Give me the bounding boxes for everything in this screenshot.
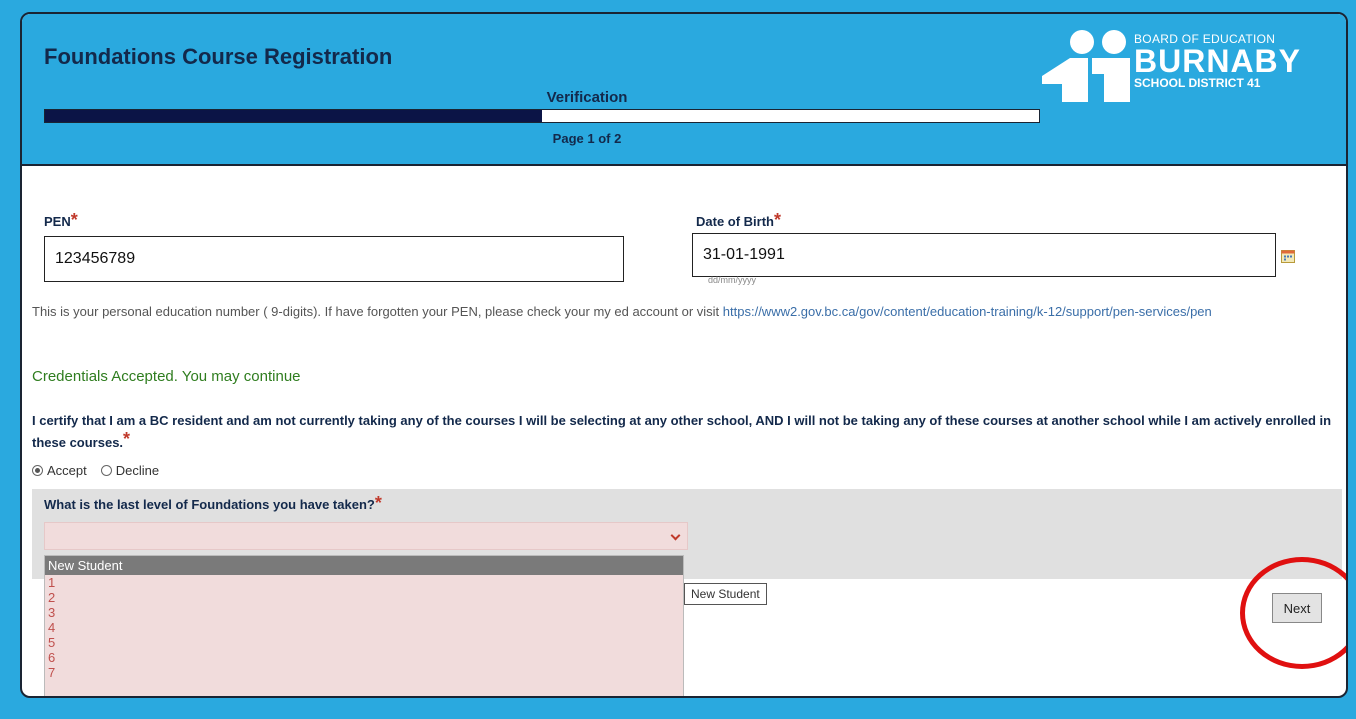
family-icon bbox=[1042, 30, 1130, 102]
decline-radio[interactable] bbox=[100, 465, 112, 476]
logo-line-2: BURNABY bbox=[1134, 43, 1301, 79]
required-mark: * bbox=[374, 493, 382, 513]
accept-radio[interactable] bbox=[32, 465, 43, 476]
level-label: What is the last level of Foundations yo… bbox=[44, 493, 382, 518]
help-text: This is your personal education number (… bbox=[32, 304, 723, 319]
dob-input[interactable] bbox=[692, 233, 1276, 277]
page-title: Foundations Course Registration bbox=[44, 44, 393, 69]
step-label: Verification bbox=[546, 89, 628, 106]
chevron-down-icon[interactable] bbox=[670, 530, 681, 541]
burnaby-logo: BOARD OF EDUCATION BURNABY SCHOOL DISTRI… bbox=[1042, 28, 1302, 102]
level-option-7[interactable]: 7 bbox=[45, 665, 683, 680]
certification-question: I certify that I am a BC resident and am… bbox=[32, 410, 1342, 454]
required-mark: * bbox=[774, 210, 782, 230]
level-select[interactable] bbox=[44, 522, 688, 550]
level-option-6[interactable]: 6 bbox=[45, 650, 683, 665]
required-mark: * bbox=[123, 429, 131, 449]
pen-help-text: This is your personal education number (… bbox=[32, 302, 1312, 321]
calendar-icon[interactable] bbox=[1281, 249, 1295, 263]
level-option-1[interactable]: 1 bbox=[45, 575, 683, 590]
progress-fill bbox=[45, 110, 542, 122]
next-highlight-annotation bbox=[1240, 557, 1346, 669]
required-mark: * bbox=[70, 210, 78, 230]
pen-label-text: PEN bbox=[44, 214, 71, 229]
level-option-4[interactable]: 4 bbox=[45, 620, 683, 635]
status-message: Credentials Accepted. You may continue bbox=[32, 368, 301, 385]
dob-label: Date of Birth* bbox=[696, 210, 781, 235]
option-tooltip: New Student bbox=[684, 583, 767, 605]
dob-format-hint: dd/mm/yyyy bbox=[708, 275, 757, 285]
decline-label[interactable]: Decline bbox=[116, 463, 159, 478]
level-option-5[interactable]: 5 bbox=[45, 635, 683, 650]
page-indicator: Page 1 of 2 bbox=[552, 131, 622, 146]
level-label-text: What is the last level of Foundations yo… bbox=[44, 497, 375, 512]
logo-text: BOARD OF EDUCATION BURNABY SCHOOL DISTRI… bbox=[1134, 32, 1301, 90]
certification-radio-group: Accept Decline bbox=[32, 463, 159, 478]
level-option-new-student[interactable]: New Student bbox=[45, 556, 683, 575]
registration-card: Foundations Course Registration Verifica… bbox=[20, 12, 1348, 698]
accept-label[interactable]: Accept bbox=[47, 463, 87, 478]
progress-bar bbox=[44, 109, 1040, 123]
dob-label-text: Date of Birth bbox=[696, 214, 774, 229]
level-option-3[interactable]: 3 bbox=[45, 605, 683, 620]
level-dropdown-list: New Student 1 2 3 4 5 6 7 bbox=[44, 555, 684, 696]
pen-label: PEN* bbox=[44, 210, 78, 235]
page-frame: Foundations Course Registration Verifica… bbox=[0, 0, 1356, 719]
level-option-2[interactable]: 2 bbox=[45, 590, 683, 605]
pen-input[interactable] bbox=[44, 236, 624, 282]
certification-text: I certify that I am a BC resident and am… bbox=[32, 413, 1332, 450]
header: Foundations Course Registration Verifica… bbox=[22, 14, 1346, 166]
pen-services-link[interactable]: https://www2.gov.bc.ca/gov/content/educa… bbox=[723, 304, 1212, 319]
